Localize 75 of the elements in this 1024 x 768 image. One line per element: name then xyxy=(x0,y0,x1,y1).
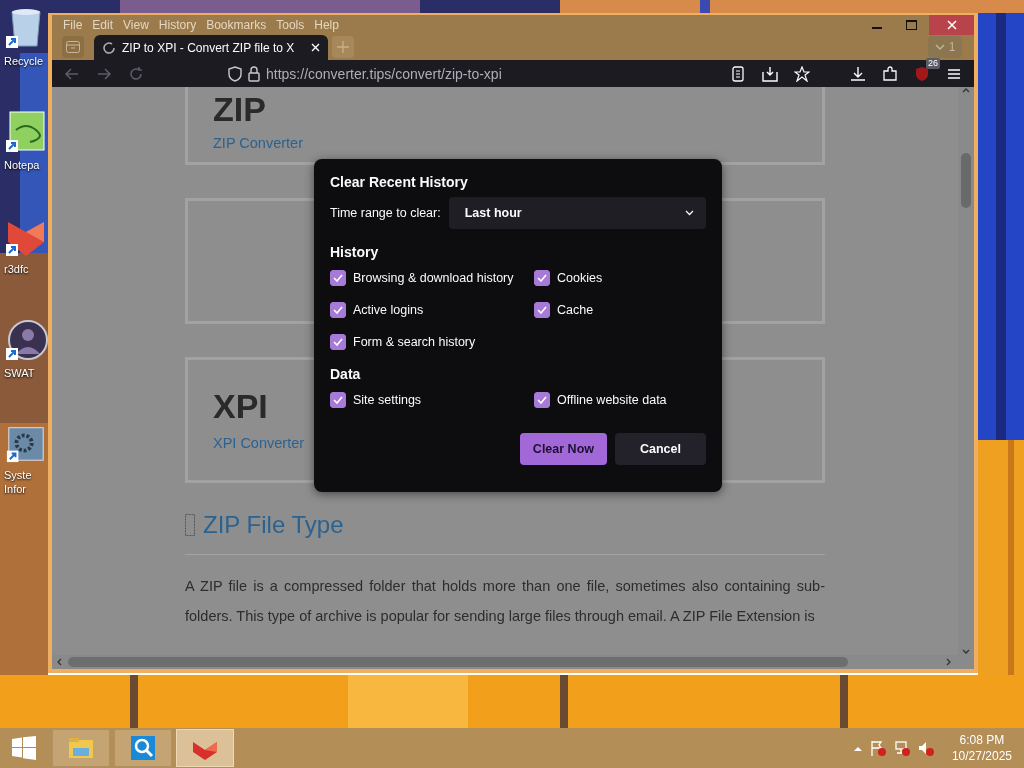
check-icon xyxy=(537,306,547,314)
magnifier-icon xyxy=(129,734,157,762)
checkbox[interactable] xyxy=(534,392,550,408)
tab-title: ZIP to XPI - Convert ZIP file to X xyxy=(122,40,296,55)
scrollbar-thumb[interactable] xyxy=(68,657,848,667)
reader-view-icon[interactable] xyxy=(730,65,746,82)
extension-badge: 26 xyxy=(926,57,940,69)
back-icon[interactable] xyxy=(64,65,80,82)
card-title: XPI xyxy=(213,386,268,426)
windows-logo-icon xyxy=(12,736,36,760)
clock-date[interactable]: 10/27/2025 xyxy=(951,748,1012,764)
tab-count: 1 xyxy=(948,40,956,54)
checkbox-label[interactable]: Browsing & download history xyxy=(353,271,514,285)
close-icon xyxy=(946,20,957,30)
section-heading: Data xyxy=(330,365,362,383)
plus-icon xyxy=(337,41,349,53)
time-range-dropdown[interactable]: Last hour xyxy=(448,197,706,229)
section-heading: History xyxy=(330,243,380,261)
paragraph: A ZIP file is a compressed folder that holds more than one file, sometimes also containing sub-folders. This type of archive is popular for sending large files through email. A ZIP File Extension is xyxy=(185,577,825,626)
browser-tab[interactable]: ZIP to XPI - Convert ZIP file to X xyxy=(94,35,328,60)
close-button[interactable] xyxy=(929,15,974,35)
vertical-scrollbar[interactable] xyxy=(958,87,974,655)
chevron-down-icon xyxy=(934,44,945,50)
puzzle-icon[interactable] xyxy=(882,65,898,82)
checkbox-label[interactable]: Offline website data xyxy=(557,393,667,407)
checkbox-label[interactable]: Form & search history xyxy=(353,335,476,349)
star-icon[interactable] xyxy=(794,65,810,82)
time-range-label: Time range to clear: xyxy=(330,206,441,220)
check-icon xyxy=(537,274,547,282)
shield-extension-icon[interactable] xyxy=(915,65,929,82)
scrollbar-thumb[interactable] xyxy=(961,153,971,208)
scroll-down-icon[interactable] xyxy=(962,649,970,655)
forward-icon[interactable] xyxy=(96,65,112,82)
loading-icon xyxy=(102,40,116,55)
horizontal-scrollbar[interactable] xyxy=(52,655,974,669)
network-icon[interactable] xyxy=(893,740,910,756)
dialog-title: Clear Recent History xyxy=(330,173,469,191)
section-heading: ZIP File Type xyxy=(203,510,344,540)
checkbox-label[interactable]: Site settings xyxy=(353,393,422,407)
clear-now-button[interactable]: Clear Now xyxy=(519,433,607,465)
check-icon xyxy=(333,306,343,314)
download-icon[interactable] xyxy=(850,65,866,82)
check-icon xyxy=(333,338,343,346)
scroll-left-icon[interactable] xyxy=(56,658,62,666)
taskbar-app[interactable] xyxy=(114,729,172,767)
checkbox[interactable] xyxy=(330,302,346,318)
checkbox[interactable] xyxy=(330,270,346,286)
maximize-icon[interactable] xyxy=(906,20,917,30)
check-icon xyxy=(333,274,343,282)
flag-icon[interactable] xyxy=(869,740,886,756)
speaker-icon[interactable] xyxy=(917,740,934,756)
scroll-up-icon[interactable] xyxy=(962,87,970,93)
checkbox-label[interactable]: Cache xyxy=(557,303,594,317)
checkbox-label[interactable]: Cookies xyxy=(557,271,603,285)
caret-up-icon[interactable] xyxy=(853,745,862,751)
shield-icon[interactable] xyxy=(228,65,242,82)
checkbox-label[interactable]: Active logins xyxy=(353,303,424,317)
clock-time[interactable]: 6:08 PM xyxy=(959,732,1005,748)
check-icon xyxy=(333,396,343,404)
save-to-tray-icon[interactable] xyxy=(762,65,778,82)
cancel-button[interactable]: Cancel xyxy=(615,433,706,465)
address-bar[interactable]: https://converter.tips/convert/zip-to-xpi xyxy=(266,65,502,82)
checkbox[interactable] xyxy=(534,302,550,318)
checkbox[interactable] xyxy=(330,334,346,350)
window-icon xyxy=(66,41,80,53)
chevron-down-icon xyxy=(685,210,694,216)
card-title: ZIP xyxy=(213,89,266,129)
reload-icon[interactable] xyxy=(128,65,144,82)
broken-image-icon xyxy=(185,514,195,536)
checkbox[interactable] xyxy=(330,392,346,408)
check-icon xyxy=(537,396,547,404)
checkbox[interactable] xyxy=(534,270,550,286)
lock-icon[interactable] xyxy=(248,65,260,82)
scroll-right-icon[interactable] xyxy=(946,658,952,666)
close-icon[interactable] xyxy=(311,43,320,52)
